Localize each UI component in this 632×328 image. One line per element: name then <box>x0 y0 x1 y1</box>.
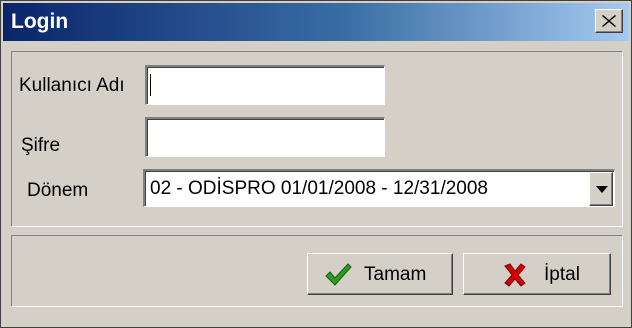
cancel-button[interactable]: İptal <box>463 253 611 295</box>
period-selected-value: 02 - ODİSPRO 01/01/2008 - 12/31/2008 <box>150 178 488 199</box>
username-label: Kullanıcı Adı <box>19 75 125 96</box>
ok-button[interactable]: Tamam <box>307 253 453 295</box>
close-button[interactable] <box>595 9 623 33</box>
period-select[interactable]: 02 - ODİSPRO 01/01/2008 - 12/31/2008 <box>143 169 615 207</box>
close-icon <box>602 15 616 27</box>
cancel-button-label: İptal <box>544 264 580 285</box>
chevron-down-icon <box>596 186 608 193</box>
username-field[interactable] <box>145 65 385 105</box>
text-caret <box>150 74 151 96</box>
period-label: Dönem <box>27 180 89 201</box>
window-title: Login <box>11 10 69 33</box>
password-field[interactable] <box>145 117 385 157</box>
ok-button-label: Tamam <box>364 264 427 285</box>
login-window: Login Kullanıcı Adı Şifre Dönem 02 - ODİ… <box>0 0 632 328</box>
title-bar: Login <box>3 3 629 41</box>
period-dropdown-button[interactable] <box>589 172 613 206</box>
checkmark-icon <box>325 263 352 286</box>
red-x-icon <box>504 263 526 287</box>
password-label: Şifre <box>21 135 61 156</box>
